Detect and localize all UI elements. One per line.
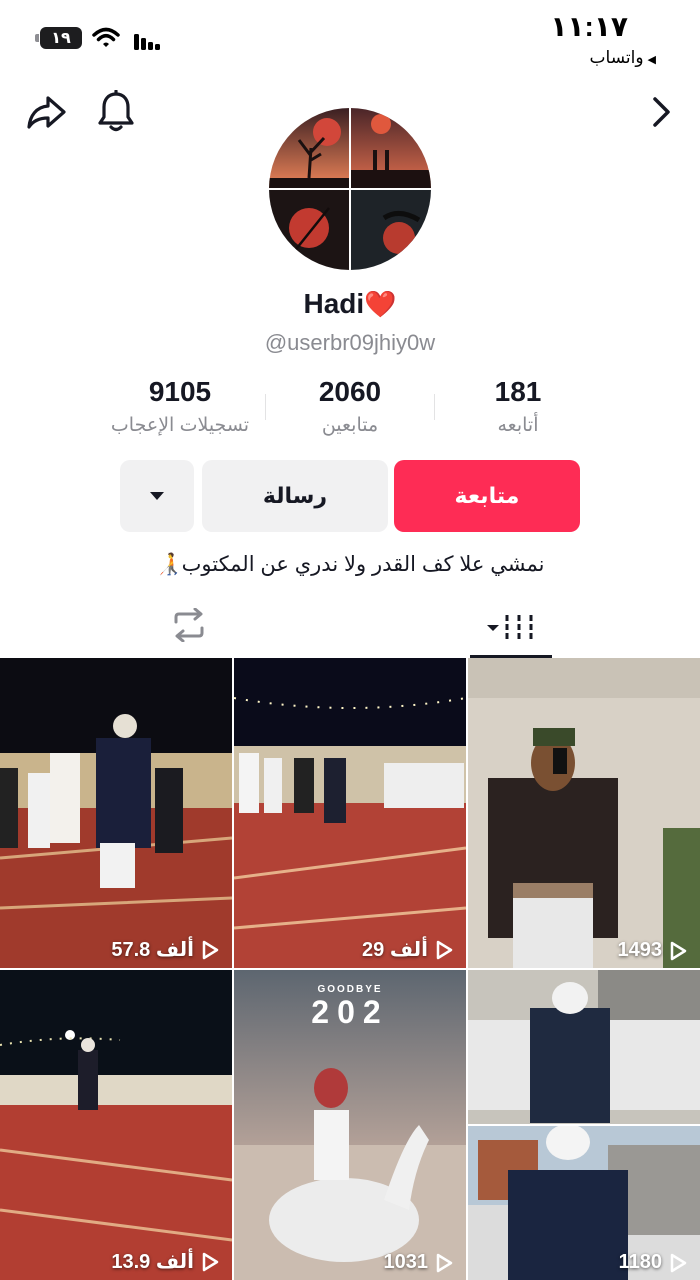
view-count-text: 1493: [617, 939, 663, 961]
profile-stats: 9105 تسجيلات الإعجاب 2060 متابعين 181 أت…: [0, 376, 700, 438]
play-icon: [670, 941, 687, 960]
following-count: 181: [494, 376, 542, 407]
view-count-text: 1031: [383, 1251, 429, 1273]
status-bar: ١٩ ١١:١٧ ◀واتساب: [0, 0, 700, 78]
caret-down-icon: [150, 492, 164, 500]
battery-icon: ١٩: [35, 27, 82, 49]
video-thumbnail[interactable]: 13.9 ألف: [0, 970, 232, 1280]
thumbnail-image: [0, 658, 232, 968]
battery-level: ١٩: [51, 30, 71, 47]
view-count-text: 13.9 ألف: [111, 1251, 194, 1273]
following-label: أتابعه: [497, 415, 539, 436]
play-icon: [436, 1253, 453, 1272]
video-thumbnail[interactable]: 29 ألف: [234, 658, 466, 968]
thumbnail-image: [468, 658, 700, 968]
view-count: 13.9 ألف: [111, 1249, 220, 1274]
view-count-text: 29 ألف: [362, 939, 428, 961]
view-count: 1180: [619, 1251, 688, 1274]
view-count-text: 1180: [618, 1251, 662, 1273]
play-icon: [670, 1253, 687, 1272]
view-count: 57.8 ألف: [111, 937, 220, 962]
play-icon: [202, 1252, 219, 1271]
display-name-text: Hadi: [303, 288, 365, 319]
play-icon: [436, 940, 453, 959]
more-options-button[interactable]: [120, 460, 194, 532]
video-grid: 57.8 ألف 29 ألف 1493 13.9 ألف GOODBYE 20…: [0, 658, 700, 1280]
back-arrow-icon: ◀: [647, 54, 656, 66]
username: @userbr09jhiy0w: [264, 330, 436, 355]
chevron-right-icon[interactable]: [648, 94, 674, 130]
signal-icon: [134, 34, 160, 50]
view-count-text: 57.8 ألف: [111, 939, 194, 961]
profile-tabs: [0, 598, 700, 658]
view-count: 29 ألف: [362, 937, 454, 962]
message-button[interactable]: رسالة: [202, 460, 388, 532]
heart-emoji: ❤️: [364, 289, 397, 319]
back-app-label: واتساب: [589, 48, 644, 67]
clock: ١١:١٧: [550, 11, 628, 42]
play-icon: [202, 940, 219, 959]
video-thumbnail[interactable]: GOODBYE 202 1031: [234, 970, 466, 1280]
view-count: 1031: [384, 1251, 455, 1274]
profile-bio: نمشي علا كف القدر ولا ندري عن المكتوب🧑‍🦯: [155, 553, 545, 576]
back-to-app-link[interactable]: ◀واتساب: [590, 48, 656, 68]
grid-icon: [487, 615, 533, 641]
share-icon[interactable]: [26, 92, 68, 132]
thumbnail-image: [234, 658, 466, 968]
follow-button[interactable]: متابعة: [394, 460, 580, 532]
tab-videos[interactable]: [470, 598, 552, 658]
thumbnail-image: [0, 970, 232, 1280]
thumbnail-image: [468, 970, 700, 1280]
overlay-caption-big: 202: [311, 994, 389, 1030]
stat-following[interactable]: 181 أتابعه: [418, 376, 618, 437]
repost-icon[interactable]: [170, 608, 208, 642]
wifi-icon: [92, 27, 120, 47]
avatar-image: [269, 108, 431, 270]
bell-icon[interactable]: [96, 90, 136, 134]
video-thumbnail[interactable]: 57.8 ألف: [0, 658, 232, 968]
avatar[interactable]: [269, 108, 431, 270]
view-count: 1493: [618, 939, 689, 962]
display-name: Hadi❤️: [0, 288, 700, 320]
video-thumbnail[interactable]: 1493: [468, 658, 700, 968]
video-thumbnail[interactable]: 1180: [468, 970, 700, 1280]
